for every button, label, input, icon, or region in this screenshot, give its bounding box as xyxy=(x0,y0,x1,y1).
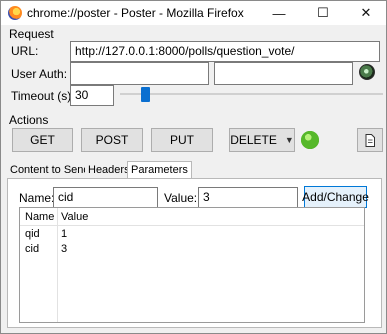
document-button[interactable] xyxy=(357,128,383,152)
url-input[interactable]: http://127.0.0.1:8000/polls/question_vot… xyxy=(70,41,380,62)
maximize-button[interactable]: ☐ xyxy=(303,1,343,25)
parameters-table: Name Value qid 1 cid 3 xyxy=(19,207,365,323)
get-button[interactable]: GET xyxy=(12,128,73,152)
poster-window: chrome://poster - Poster - Mozilla Firef… xyxy=(0,0,387,334)
header-divider xyxy=(20,225,364,226)
user-auth-label: User Auth: xyxy=(11,67,68,81)
timeout-slider-track[interactable] xyxy=(120,93,383,95)
put-button[interactable]: PUT xyxy=(151,128,213,152)
chevron-down-icon: ▼ xyxy=(284,135,294,145)
document-icon xyxy=(365,133,375,147)
method-select[interactable]: DELETE ▼ xyxy=(229,128,295,152)
timeout-input[interactable]: 30 xyxy=(70,85,114,106)
url-label: URL: xyxy=(11,44,39,58)
user-auth-username-input[interactable] xyxy=(70,62,209,85)
param-value-label: Value: xyxy=(164,191,198,205)
method-select-value: DELETE xyxy=(230,133,277,147)
user-auth-password-input[interactable] xyxy=(214,62,353,85)
title-bar: chrome://poster - Poster - Mozilla Firef… xyxy=(1,1,386,25)
column-header-name[interactable]: Name xyxy=(25,211,54,223)
param-name-input[interactable]: cid xyxy=(53,187,158,208)
add-change-button[interactable]: Add/Change xyxy=(302,186,369,208)
timeout-label: Timeout (s): xyxy=(11,89,75,103)
window-title: chrome://poster - Poster - Mozilla Firef… xyxy=(27,6,244,20)
column-header-value[interactable]: Value xyxy=(61,211,88,223)
actions-section-label: Actions xyxy=(9,113,49,127)
minimize-button[interactable]: — xyxy=(259,1,299,25)
post-button[interactable]: POST xyxy=(81,128,143,152)
table-row-value[interactable]: 1 xyxy=(61,228,67,240)
param-value-input[interactable]: 3 xyxy=(198,187,298,208)
table-row-value[interactable]: 3 xyxy=(61,243,67,255)
status-indicator-icon xyxy=(301,131,319,149)
timeout-slider-thumb[interactable] xyxy=(141,87,150,102)
request-section-label: Request xyxy=(9,27,54,41)
firefox-icon xyxy=(8,6,22,20)
param-name-label: Name: xyxy=(19,191,55,205)
tab-headers[interactable]: Headers xyxy=(85,162,133,179)
tab-parameters[interactable]: Parameters xyxy=(127,161,192,179)
close-button[interactable]: ✕ xyxy=(346,1,386,25)
globe-icon[interactable] xyxy=(359,64,375,80)
table-row-name[interactable]: cid xyxy=(25,243,39,255)
table-row-name[interactable]: qid xyxy=(25,228,40,240)
tab-content-to-send[interactable]: Content to Send xyxy=(7,162,93,179)
